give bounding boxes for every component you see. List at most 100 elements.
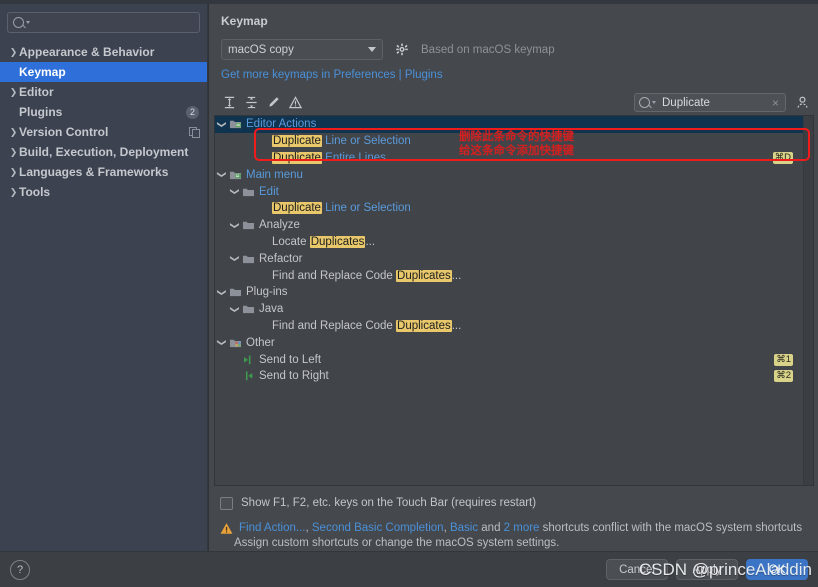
folder-icon [241,253,255,265]
chevron-down-icon[interactable]: ❯ [230,185,240,198]
chevron-right-icon: ❯ [9,146,18,157]
sidebar-item-label: Plugins [19,105,63,119]
tree-row[interactable]: ❯ Java [215,301,813,318]
sidebar-item-keymap[interactable]: Keymap [0,62,207,82]
tree-row-label: Plug-ins [246,286,288,298]
get-more-keymaps-row: Get more keymaps in Preferences | Plugin… [209,60,818,81]
other-icon [228,337,242,349]
sidebar-item-editor[interactable]: ❯ Editor [0,82,207,102]
clear-search-icon[interactable]: × [772,96,781,110]
chevron-down-icon[interactable]: ❯ [217,286,227,299]
chevron-right-icon: ❯ [9,186,18,197]
tree-label-part: Analyze [259,219,300,232]
tree-row[interactable]: ❯ Other [215,334,813,351]
tree-scrollbar[interactable] [803,116,813,485]
tree-row[interactable]: Find and Replace Code Duplicates... [215,318,813,335]
conflict-suffix: shortcuts conflict with the macOS system… [539,522,803,534]
tree-row-label: Main menu [246,169,303,181]
keymap-select[interactable]: macOS copy [221,39,383,60]
tree-label-part: Entire Lines [321,151,386,164]
conflict-link-find-action[interactable]: Find Action... [239,522,305,534]
chevron-down-icon[interactable]: ❯ [217,118,227,131]
tree-row[interactable]: ❯ Edit [215,183,813,200]
conflict-link-basic[interactable]: Basic [450,522,478,534]
sidebar-search-box[interactable] [7,12,200,33]
shortcut-badge: ⌘2 [774,370,793,383]
tree-label-part: Edit [259,185,279,198]
sidebar-item-version-control[interactable]: ❯ Version Control [0,122,207,142]
sidebar-item-label: Languages & Frameworks [19,165,169,179]
chevron-down-icon[interactable]: ❯ [217,168,227,181]
folder-icon [241,303,255,315]
warning-icon[interactable] [284,93,306,112]
tree-label-part: Find and Replace Code [272,269,397,282]
touchbar-checkbox[interactable] [220,496,233,510]
sidebar-item-appearance-behavior[interactable]: ❯ Appearance & Behavior [0,42,207,62]
editor-actions-icon [228,118,242,130]
gear-icon[interactable] [395,43,409,57]
sidebar-search-input[interactable] [30,15,194,30]
tree-row[interactable]: ❯ Plug-ins [215,284,813,301]
chevron-right-icon: ❯ [9,166,18,177]
help-button[interactable]: ? [10,559,30,580]
search-match-highlight: Duplicate [272,202,322,215]
chevron-down-icon[interactable]: ❯ [217,336,227,349]
collapse-all-icon[interactable] [240,93,262,112]
keymap-search-box[interactable]: Duplicate × [634,93,786,112]
conflict-link-second-basic-completion[interactable]: Second Basic Completion [312,522,444,534]
shortcut-badge: ⌘D [772,151,793,164]
tree-label-part: Other [246,336,275,349]
apply-button[interactable]: Apply [676,559,738,580]
tree-row[interactable]: Send to Left ⌘1 [215,351,813,368]
tree-row[interactable]: Find and Replace Code Duplicates... [215,267,813,284]
folder-icon [241,186,255,198]
window-body: ❯ Appearance & Behavior Keymap ❯ Editor Plugi… [0,4,818,551]
keymap-tree[interactable]: ❯ Editor Actions Duplicate Line or Selecti… [214,115,814,486]
sidebar-item-build-execution-deployment[interactable]: ❯ Build, Execution, Deployment [0,142,207,162]
expand-all-icon[interactable] [218,93,240,112]
dialog-footer: ? Cancel Apply OK CSDN @princeAladdin [0,551,818,587]
chevron-down-icon[interactable]: ❯ [230,303,240,316]
tree-label-part: Java [259,303,284,316]
keymap-select-value: macOS copy [228,43,294,56]
conflict-line-1: Find Action..., Second Basic Completion,… [239,521,802,536]
sidebar-badge-count: 2 [186,105,199,119]
tree-label-part: Plug-ins [246,286,288,299]
send-left-icon [241,354,255,366]
get-more-keymaps-link[interactable]: Get more keymaps in Preferences | Plugin… [221,69,443,81]
tree-row-label: Send to Left [259,354,321,366]
tree-row[interactable]: ❯ Main menu [215,166,813,183]
person-icon[interactable] [795,95,810,110]
panel-header: Keymap [209,4,818,28]
settings-sidebar: ❯ Appearance & Behavior Keymap ❯ Editor Plugi… [0,4,208,551]
search-match-highlight: Duplicates [396,269,452,282]
ok-button[interactable]: OK [746,559,808,580]
tree-row[interactable]: ❯ Refactor [215,250,813,267]
tree-row-label: Locate Duplicates... [272,235,375,248]
tree-row-label: Send to Right [259,370,329,382]
tree-row[interactable]: Duplicate Line or Selection [215,200,813,217]
chevron-down-icon[interactable]: ❯ [230,219,240,232]
sidebar-item-label: Keymap [19,65,66,79]
conflict-link-2-more[interactable]: 2 more [504,522,540,534]
tree-label-part: Line or Selection [321,135,411,148]
tree-row[interactable]: Send to Right ⌘2 [215,368,813,385]
tree-label-part: Line or Selection [321,202,411,215]
sidebar-item-tools[interactable]: ❯ Tools [0,182,207,202]
keymap-search-value: Duplicate [662,96,710,109]
chevron-down-icon[interactable]: ❯ [230,252,240,265]
tree-label-part: Send to Left [259,353,322,366]
conflict-text-block: Find Action..., Second Basic Completion,… [234,521,802,551]
tree-row-label: Find and Replace Code Duplicates... [272,319,461,332]
cancel-button[interactable]: Cancel [606,559,668,580]
sidebar-item-languages-frameworks[interactable]: ❯ Languages & Frameworks [0,162,207,182]
folder-icon [228,286,242,298]
based-on-label: Based on macOS keymap [421,43,555,56]
keymap-toolbar: Duplicate × [214,90,814,115]
tree-row[interactable]: ❯ Analyze [215,217,813,234]
conflict-warning: Find Action..., Second Basic Completion,… [220,521,812,551]
tree-row[interactable]: Locate Duplicates... [215,234,813,251]
edit-pencil-icon[interactable] [262,93,284,112]
touchbar-checkbox-row[interactable]: Show F1, F2, etc. keys on the Touch Bar … [220,494,812,512]
sidebar-item-plugins[interactable]: Plugins 2 [0,102,207,122]
